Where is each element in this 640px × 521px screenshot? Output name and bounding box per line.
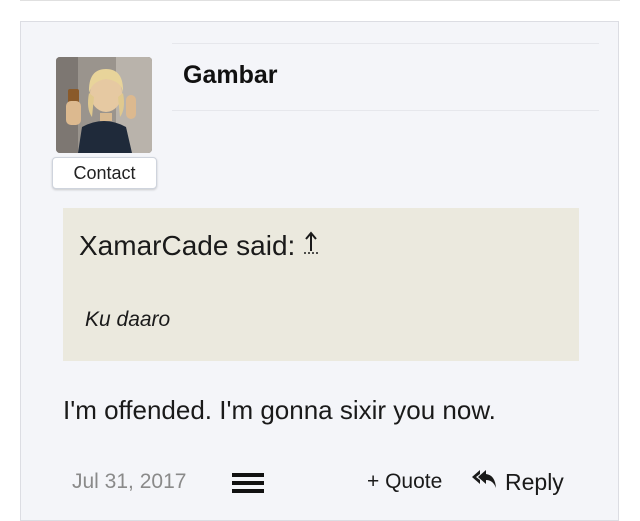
arrow-up-icon[interactable]: [303, 229, 319, 262]
reply-all-icon: [471, 468, 497, 496]
contact-button[interactable]: Contact: [52, 157, 157, 189]
quote-attribution: XamarCade said:: [79, 229, 319, 262]
post-footer: Jul 31, 2017 + Quote Reply: [63, 462, 579, 502]
post-date[interactable]: Jul 31, 2017: [72, 470, 186, 494]
reply-button[interactable]: Reply: [471, 468, 564, 496]
username[interactable]: Gambar: [183, 61, 277, 90]
quote-button[interactable]: + Quote: [367, 470, 442, 494]
message-text: I'm offended. I'm gonna sixir you now.: [63, 395, 496, 425]
quote-block: XamarCade said: Ku daaro: [63, 208, 579, 361]
quote-text: Ku daaro: [85, 308, 171, 331]
post-card: Contact Gambar XamarCade said: Ku daaro …: [20, 21, 619, 521]
reply-label: Reply: [505, 468, 564, 495]
avatar[interactable]: [56, 57, 152, 153]
top-divider: [20, 0, 620, 1]
avatar-image: [56, 57, 152, 153]
username-bar: Gambar: [172, 43, 599, 111]
hamburger-menu-icon[interactable]: [232, 470, 266, 496]
quote-author-said: XamarCade said:: [79, 229, 296, 261]
